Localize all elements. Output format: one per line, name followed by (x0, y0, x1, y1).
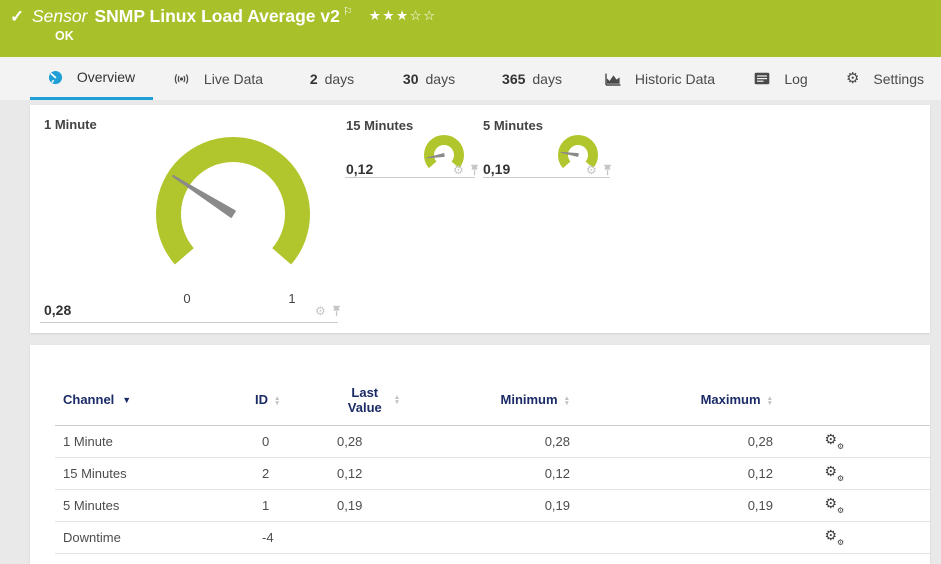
pin-icon[interactable] (469, 164, 480, 176)
gauges-panel: 1 Minute 0 1 0,28 ⚙ 15 Minutes 0,12 ⚙ 5 … (30, 105, 930, 333)
tab-365-days[interactable]: 365 days (493, 57, 571, 100)
pin-icon[interactable] (602, 164, 613, 176)
priority-stars[interactable]: ★★★☆☆ (369, 8, 437, 23)
cell-minimum: 0,12 (405, 457, 575, 490)
gauge-icon (48, 70, 62, 84)
tab-settings[interactable]: ⚙ Settings (845, 57, 925, 100)
cell-minimum: 0,19 (405, 489, 575, 522)
tab-overview[interactable]: Overview (30, 57, 153, 100)
cell-last-value: 0,12 (315, 457, 405, 490)
status-check-icon: ✓ (10, 7, 25, 26)
gauge-value-15-minutes: 0,12 (346, 161, 374, 177)
sort-icon: ▲ ▼ (563, 394, 570, 407)
tab-label: Settings (873, 70, 925, 87)
gauge-value-1-minute: 0,28 (44, 302, 72, 318)
chart-icon (605, 73, 621, 86)
table-header-row: Channel ▼ ID ▲ ▼ Last Value ▲ ▼ Minimum ▲ ▼ Max… (55, 375, 930, 426)
cell-maximum: 0,19 (575, 489, 775, 522)
gear-icon[interactable]: ⚙ (586, 164, 597, 176)
tab-label: days (425, 70, 456, 87)
table-row[interactable]: 5 Minutes 1 0,19 0,19 0,19 ⚙ ⚙ (55, 489, 930, 522)
tile-divider (40, 322, 338, 323)
sort-icon: ▲ ▼ (766, 394, 773, 407)
gauge-title-15-minutes: 15 Minutes (346, 118, 414, 133)
tab-live-data[interactable]: Live Data (168, 57, 268, 100)
gauge-max-label: 1 (288, 291, 296, 306)
tile-divider (345, 177, 475, 178)
gauge-title-1-minute: 1 Minute (44, 117, 97, 132)
cell-id: 0 (255, 425, 315, 458)
tab-label: Live Data (203, 70, 264, 87)
tab-historic-data[interactable]: Historic Data (603, 57, 717, 100)
gauge-1-minute (156, 137, 310, 265)
cell-id: 1 (255, 489, 315, 522)
cell-last-value (315, 521, 405, 554)
cell-id: 2 (255, 457, 315, 490)
flag-icon[interactable]: ⚐ (343, 6, 353, 18)
cell-minimum (405, 521, 575, 554)
page-title: SNMP Linux Load Average v2 (94, 6, 340, 26)
sensor-title-line: Sensor SNMP Linux Load Average v2 ⚐ ★★★☆☆ (32, 5, 437, 27)
gear-icon[interactable]: ⚙ (315, 305, 326, 317)
gauge-min-label: 0 (183, 291, 191, 306)
sort-desc-icon: ▼ (122, 395, 132, 406)
log-icon (755, 72, 770, 85)
column-header-last-value[interactable]: Last Value ▲ ▼ (315, 375, 405, 426)
cell-channel[interactable]: 5 Minutes (55, 489, 255, 522)
column-header-maximum[interactable]: Maximum ▲ ▼ (575, 375, 775, 426)
gear-icon[interactable]: ⚙ (453, 164, 464, 176)
cell-last-value: 0,19 (315, 489, 405, 522)
pin-icon[interactable] (331, 305, 342, 317)
cell-id: -4 (255, 521, 315, 554)
sort-icon: ▲ ▼ (274, 394, 281, 407)
cell-maximum: 0,28 (575, 425, 775, 458)
table-row[interactable]: 1 Minute 0 0,28 0,28 0,28 ⚙ ⚙ (55, 425, 930, 458)
column-header-minimum[interactable]: Minimum ▲ ▼ (405, 375, 575, 426)
cell-last-value: 0,28 (315, 425, 405, 458)
cell-channel[interactable]: 1 Minute (55, 425, 255, 458)
channels-panel: Channel ▼ ID ▲ ▼ Last Value ▲ ▼ Minimum ▲ ▼ Max… (30, 345, 930, 564)
tab-label: Overview (76, 69, 136, 85)
sensor-header: ✓ Sensor SNMP Linux Load Average v2 ⚐ ★★★☆☆… (0, 0, 941, 57)
object-kind-label: Sensor (32, 6, 88, 26)
tab-30-days[interactable]: 30 days (393, 57, 465, 100)
cell-minimum: 0,28 (405, 425, 575, 458)
prtg-sensor-page: ✓ Sensor SNMP Linux Load Average v2 ⚐ ★★★☆☆… (0, 0, 941, 564)
tab-bar: Overview Live Data 2 days 30 days 365 days … (0, 57, 941, 100)
gauge-tile-actions: ⚙ (315, 305, 342, 317)
column-header-channel[interactable]: Channel ▼ (55, 375, 255, 426)
sort-icon: ▲ ▼ (393, 393, 401, 406)
cell-channel[interactable]: 15 Minutes (55, 457, 255, 490)
live-icon (174, 73, 189, 84)
gauge-tile-actions: ⚙ (586, 164, 613, 176)
tab-log[interactable]: Log (750, 57, 812, 100)
tab-label: days (532, 70, 562, 87)
tab-label: Log (784, 70, 808, 87)
table-row[interactable]: Downtime -4 ⚙ ⚙ (55, 521, 930, 554)
gauge-value-5-minutes: 0,19 (483, 161, 511, 177)
tab-label: days (324, 70, 355, 87)
tab-2-days[interactable]: 2 days (297, 57, 367, 100)
table-row[interactable]: 15 Minutes 2 0,12 0,12 0,12 ⚙ ⚙ (55, 457, 930, 490)
tab-label: Historic Data (634, 70, 716, 87)
cell-channel[interactable]: Downtime (55, 521, 255, 554)
cell-maximum: 0,12 (575, 457, 775, 490)
gauge-tile-actions: ⚙ (453, 164, 480, 176)
gear-icon: ⚙ (845, 70, 860, 87)
column-header-id[interactable]: ID ▲ ▼ (255, 375, 315, 426)
status-badge: OK (55, 29, 74, 43)
column-header-actions (775, 375, 930, 426)
tile-divider (483, 177, 610, 178)
cell-maximum (575, 521, 775, 554)
gauge-title-5-minutes: 5 Minutes (483, 118, 543, 133)
channels-table: Channel ▼ ID ▲ ▼ Last Value ▲ ▼ Minimum ▲ ▼ Max… (55, 375, 930, 554)
